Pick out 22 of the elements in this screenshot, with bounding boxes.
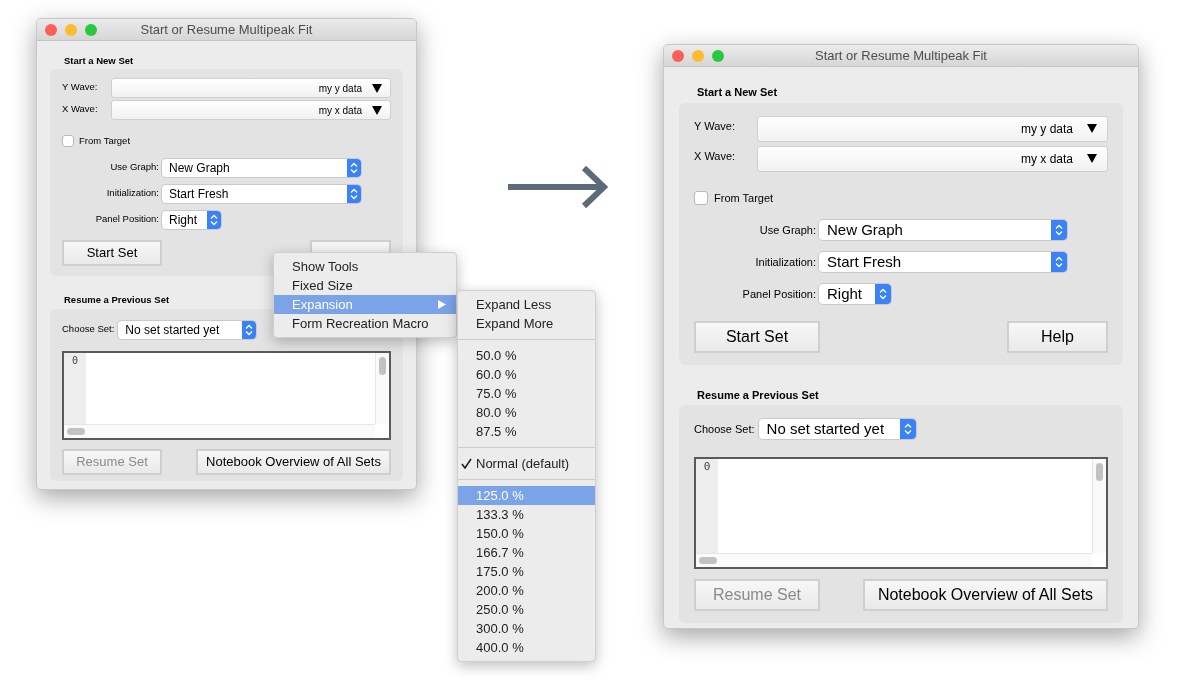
field-label: Choose Set:: [694, 421, 756, 437]
section-heading: Resume a Previous Set: [697, 387, 819, 403]
window-title: Start or Resume Multipeak Fit: [815, 46, 987, 65]
checkbox-label: From Target: [714, 190, 774, 206]
field-label: Initialization:: [754, 254, 817, 270]
field-label: Panel Position:: [741, 286, 817, 302]
section-heading: Resume a Previous Set: [64, 293, 170, 308]
checkbox-label: From Target: [79, 134, 131, 149]
section-heading: Start a New Set: [64, 54, 134, 68]
section-heading: Start a New Set: [697, 85, 778, 100]
field-label: X Wave:: [62, 102, 99, 117]
field-label: X Wave:: [694, 148, 737, 164]
field-label: Use Graph:: [758, 222, 817, 238]
line-number: 0: [703, 459, 711, 475]
field-label: Panel Position:: [94, 212, 160, 227]
field-label: Y Wave:: [694, 118, 736, 134]
field-label: Y Wave:: [62, 80, 99, 95]
field-label: Initialization:: [105, 186, 160, 201]
field-label: Use Graph:: [109, 160, 160, 175]
window-title: Start or Resume Multipeak Fit: [140, 20, 313, 39]
line-number: 0: [72, 353, 78, 368]
field-label: Choose Set:: [62, 322, 116, 337]
